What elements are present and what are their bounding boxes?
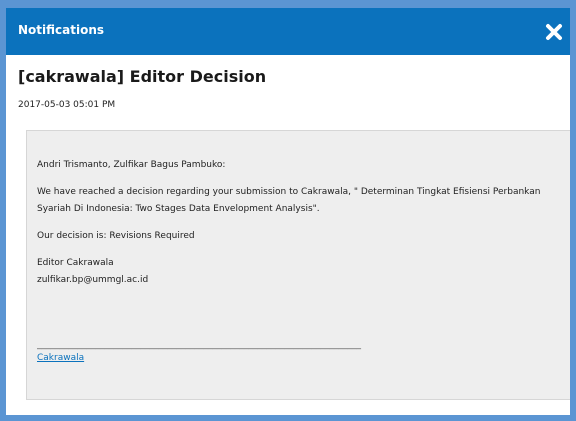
- message-decision: Our decision is: Revisions Required: [37, 231, 195, 241]
- modal-body: [cakrawala] Editor Decision 2017-05-03 0…: [6, 67, 570, 400]
- modal-title: Notifications: [18, 23, 105, 37]
- signature-email: zulfikar.bp@ummgl.ac.id: [37, 275, 149, 285]
- signature-name: Editor Cakrawala: [37, 258, 114, 268]
- message-body: We have reached a decision regarding you…: [37, 187, 541, 214]
- notification-subject: [cakrawala] Editor Decision: [18, 67, 267, 86]
- message-greeting: Andri Trismanto, Zulfikar Bagus Pambuko:: [37, 160, 226, 170]
- message-box: Andri Trismanto, Zulfikar Bagus Pambuko:…: [26, 130, 570, 400]
- cakrawala-link[interactable]: Cakrawala: [37, 353, 84, 363]
- close-icon[interactable]: [544, 22, 564, 42]
- notifications-modal: Notifications [cakrawala] Editor Decisio…: [6, 8, 570, 415]
- notification-date: 2017-05-03 05:01 PM: [18, 100, 116, 110]
- modal-header: Notifications: [6, 8, 570, 55]
- message-divider: ________________________________________…: [37, 341, 361, 350]
